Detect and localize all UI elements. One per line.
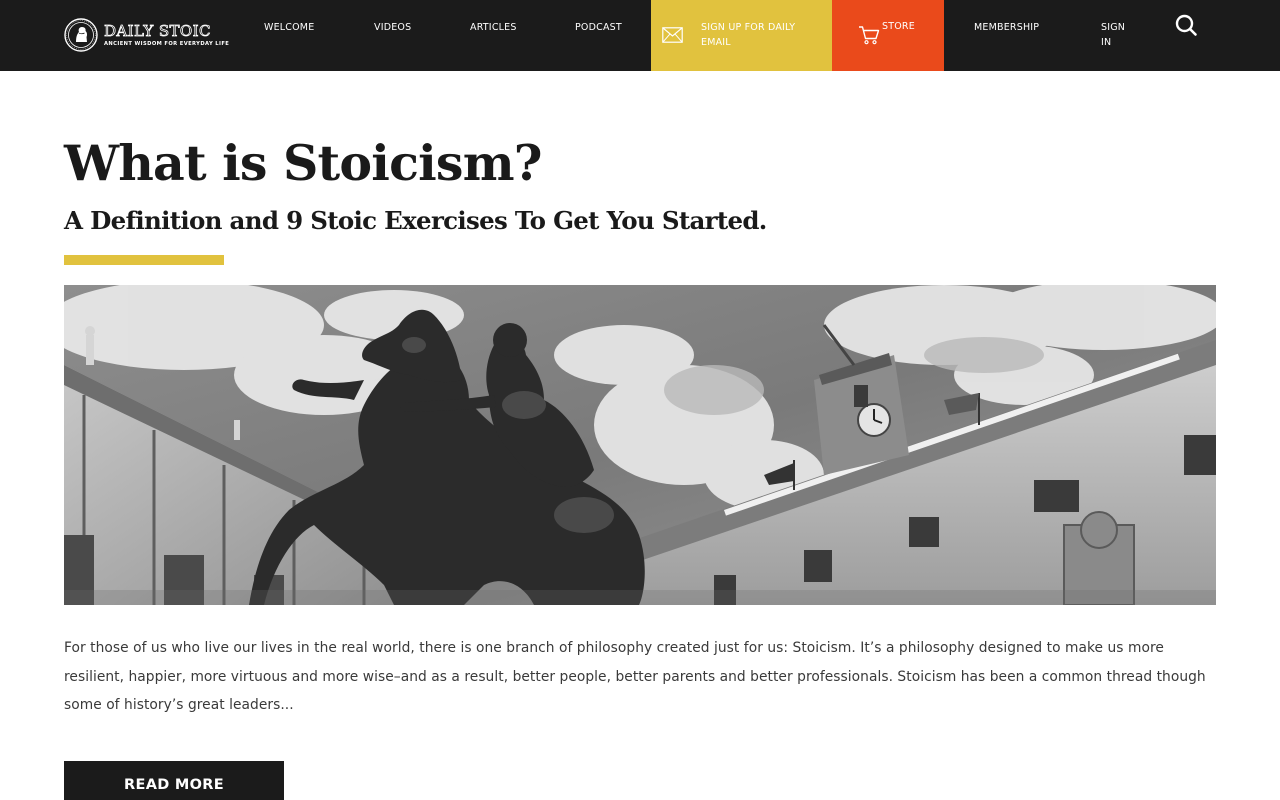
top-navigation: DAILY STOIC ANCIENT WISDOM FOR EVERYDAY …	[0, 0, 1280, 71]
search-icon	[1175, 14, 1197, 36]
logo-title: DAILY STOIC	[104, 22, 211, 40]
cart-icon	[859, 26, 880, 45]
title-accent-bar	[64, 255, 224, 265]
store-button[interactable]: STORE	[832, 0, 944, 71]
nav-articles[interactable]: ARTICLES	[470, 22, 517, 33]
search-button[interactable]	[1174, 13, 1198, 37]
logo-seal-icon	[64, 18, 98, 52]
envelope-icon	[662, 27, 683, 43]
nav-membership[interactable]: MEMBERSHIP	[974, 22, 1039, 33]
nav-welcome[interactable]: WELCOME	[264, 22, 314, 33]
site-logo[interactable]: DAILY STOIC ANCIENT WISDOM FOR EVERYDAY …	[64, 17, 236, 53]
signup-label: SIGN UP FOR DAILY EMAIL	[701, 22, 796, 48]
nav-sign-in[interactable]: SIGN IN	[1101, 20, 1137, 50]
logo-wordmark: DAILY STOIC ANCIENT WISDOM FOR EVERYDAY …	[104, 23, 229, 47]
article-excerpt: For those of us who live our lives in th…	[64, 640, 1206, 714]
nav-videos[interactable]: VIDEOS	[374, 22, 411, 33]
article-title: What is Stoicism?	[64, 134, 542, 192]
hero-image	[64, 285, 1216, 605]
logo-tagline: ANCIENT WISDOM FOR EVERYDAY LIFE	[104, 41, 230, 47]
article-subtitle: A Definition and 9 Stoic Exercises To Ge…	[64, 206, 767, 235]
signup-daily-email-button[interactable]: SIGN UP FOR DAILY EMAIL	[651, 0, 832, 71]
store-label: STORE	[882, 21, 915, 32]
read-more-button[interactable]: READ MORE	[64, 761, 284, 800]
nav-podcast[interactable]: PODCAST	[575, 22, 622, 33]
statue-palazzo-photo	[64, 285, 1216, 605]
